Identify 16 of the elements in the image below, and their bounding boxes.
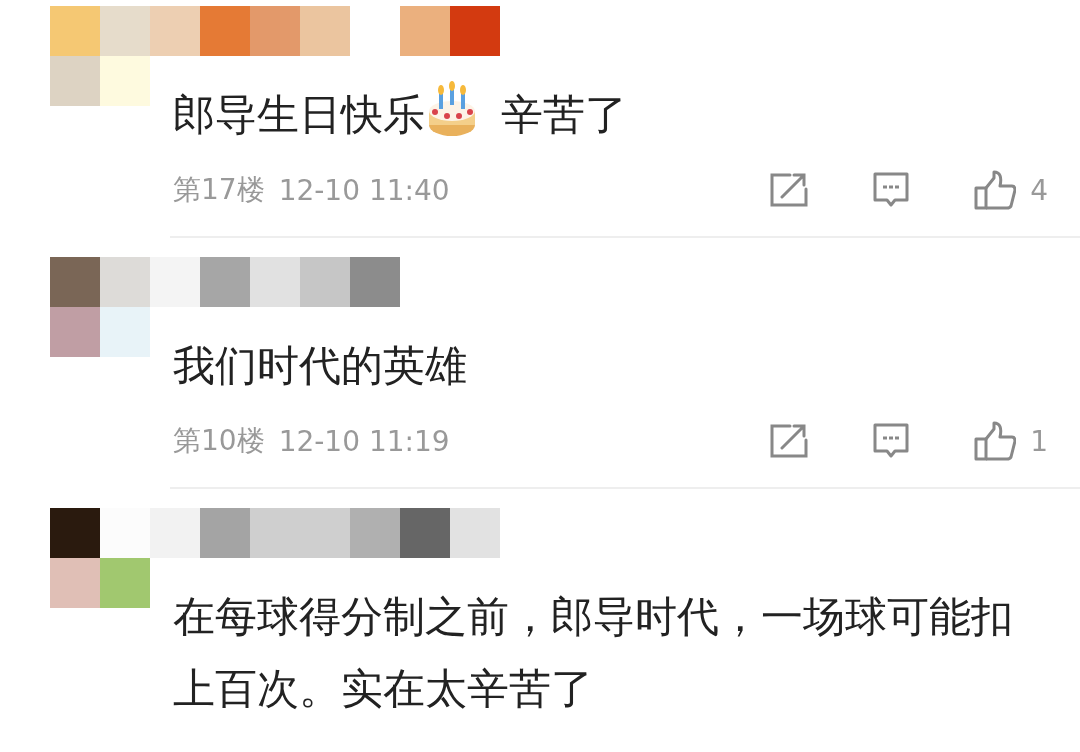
comment-text: 在每球得分制之前，郎导时代，一场球可能扣上百次。实在太辛苦了: [173, 591, 1014, 715]
floor-number: 第10楼: [173, 423, 265, 459]
comment-icon[interactable]: [872, 172, 911, 208]
thumbs-up-icon[interactable]: [974, 170, 1017, 210]
cake-icon: [427, 81, 477, 137]
comment-text: 我们时代的英雄: [173, 340, 468, 392]
comment-time: 12-10 11:19: [278, 424, 450, 458]
comment-text: 郎导生日快乐 辛苦了: [173, 79, 1043, 151]
thumbs-up-icon[interactable]: [974, 421, 1017, 461]
share-icon[interactable]: [770, 424, 809, 458]
like-count: 1: [1030, 424, 1048, 458]
comment-time: 12-10 11:40: [278, 173, 450, 207]
floor-number: 第17楼: [173, 172, 265, 208]
share-icon[interactable]: [770, 173, 809, 207]
comment-icon[interactable]: [872, 423, 911, 459]
like-count: 4: [1030, 173, 1048, 207]
